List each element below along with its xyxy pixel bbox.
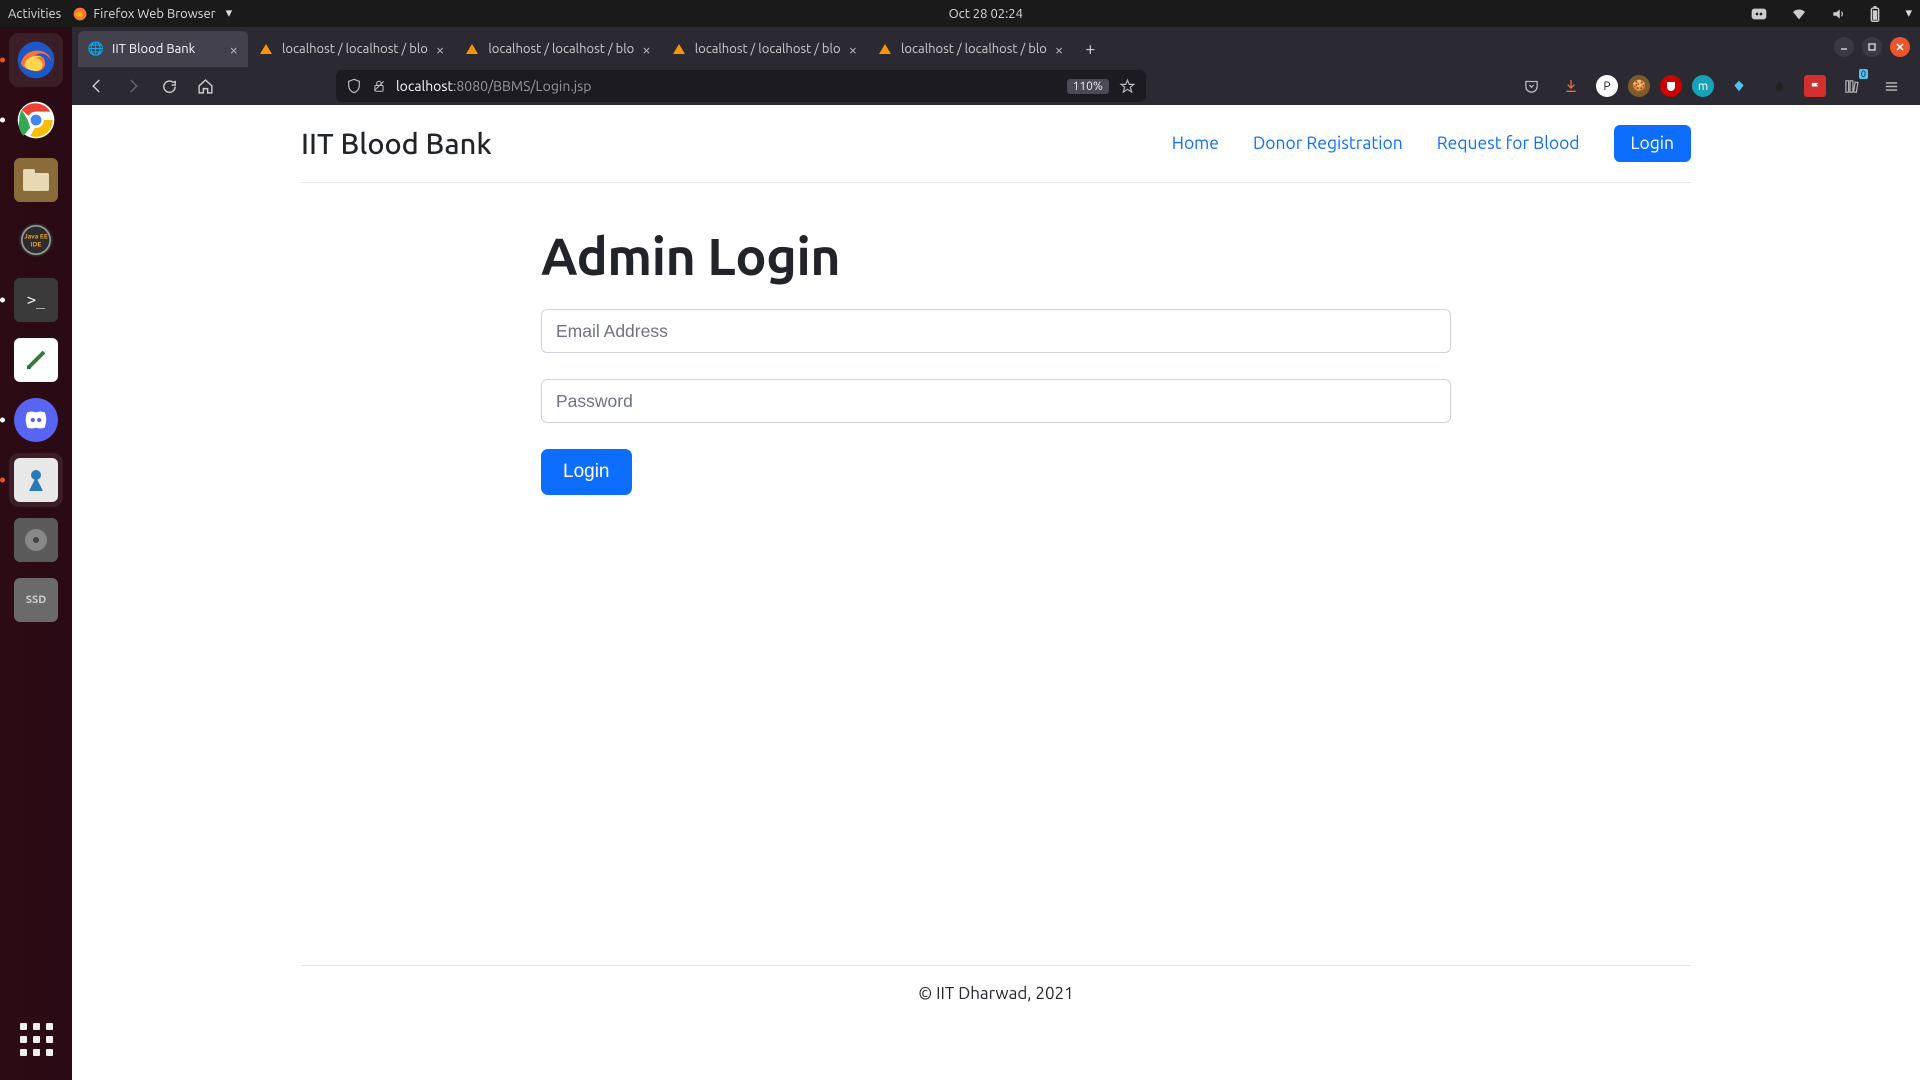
reload-button[interactable]	[154, 71, 184, 101]
close-button[interactable]	[1890, 37, 1910, 57]
browser-tab[interactable]: 🌐 IIT Blood Bank ×	[78, 31, 248, 67]
tab-strip: 🌐 IIT Blood Bank × localhost / localhost…	[72, 27, 1920, 67]
svg-text:Java EE: Java EE	[24, 233, 48, 240]
dock-texteditor[interactable]	[9, 333, 63, 387]
minimize-button[interactable]	[1834, 37, 1854, 57]
shield-icon[interactable]	[346, 78, 362, 94]
tab-close-icon[interactable]: ×	[230, 41, 238, 58]
volume-icon	[1831, 7, 1845, 21]
page-viewport: IIT Blood Bank Home Donor Registration R…	[72, 105, 1920, 1080]
globe-icon: 🌐	[88, 41, 104, 57]
tab-close-icon[interactable]: ×	[1055, 41, 1063, 58]
bookmark-star-icon[interactable]	[1119, 78, 1136, 95]
ext-diamond-icon[interactable]	[1724, 71, 1754, 101]
zoom-indicator[interactable]: 110%	[1067, 79, 1109, 94]
page-title: Admin Login	[541, 227, 1451, 285]
toolbar-extensions: P 🍪 m 0	[1516, 71, 1910, 101]
tab-close-icon[interactable]: ×	[642, 41, 650, 58]
tab-title: IIT Blood Bank	[112, 42, 222, 56]
app-menu-label: Firefox Web Browser	[93, 7, 215, 21]
dock-shotwell[interactable]	[9, 453, 63, 507]
url-bar[interactable]: localhost:8080/BBMS/Login.jsp 110%	[336, 70, 1146, 102]
gnome-top-bar: Activities Firefox Web Browser ▾ Oct 28 …	[0, 0, 1920, 27]
discord-tray-icon	[1751, 8, 1767, 20]
login-button[interactable]: Login	[541, 449, 632, 495]
ext-m-icon[interactable]: m	[1692, 75, 1714, 97]
browser-tab[interactable]: localhost / localhost / blo ×	[454, 31, 660, 67]
pocket-icon[interactable]	[1516, 71, 1546, 101]
window-controls	[1834, 27, 1920, 67]
library-icon[interactable]: 0	[1836, 71, 1866, 101]
ext-cookie-icon[interactable]: 🍪	[1628, 75, 1650, 97]
phpmyadmin-icon	[671, 41, 687, 57]
tab-close-icon[interactable]: ×	[436, 41, 444, 58]
browser-tab[interactable]: localhost / localhost / blo ×	[248, 31, 454, 67]
activities-button[interactable]: Activities	[8, 7, 61, 21]
dock-disk1[interactable]	[9, 513, 63, 567]
dock-discord[interactable]	[9, 393, 63, 447]
app-menu[interactable]: Firefox Web Browser ▾	[73, 6, 232, 21]
phpmyadmin-icon	[464, 41, 480, 57]
browser-tab[interactable]: localhost / localhost / blo ×	[661, 31, 867, 67]
tab-title: localhost / localhost / blo	[488, 42, 634, 56]
system-menu-caret-icon: ▾	[1905, 6, 1912, 21]
home-button[interactable]	[190, 71, 220, 101]
hamburger-menu-icon[interactable]	[1876, 71, 1906, 101]
ubuntu-dock: Java EE IDE >_ SSD	[0, 27, 72, 1080]
dock-terminal[interactable]: >_	[9, 273, 63, 327]
ext-gnome-icon[interactable]	[1764, 71, 1794, 101]
maximize-button[interactable]	[1862, 37, 1882, 57]
site-brand[interactable]: IIT Blood Bank	[301, 128, 492, 160]
url-text: localhost:8080/BBMS/Login.jsp	[396, 78, 591, 94]
phpmyadmin-icon	[877, 41, 893, 57]
nav-home[interactable]: Home	[1172, 134, 1219, 153]
tab-title: localhost / localhost / blo	[282, 42, 428, 56]
browser-tab[interactable]: localhost / localhost / blo ×	[867, 31, 1073, 67]
tab-title: localhost / localhost / blo	[901, 42, 1047, 56]
email-field[interactable]	[541, 309, 1451, 353]
firefox-window: 🌐 IIT Blood Bank × localhost / localhost…	[72, 27, 1920, 105]
login-form: Admin Login Login	[541, 183, 1451, 495]
phpmyadmin-icon	[258, 41, 274, 57]
battery-icon	[1869, 6, 1881, 22]
tab-close-icon[interactable]: ×	[849, 41, 857, 58]
lock-icon[interactable]	[372, 79, 386, 93]
gnome-clock[interactable]: Oct 28 02:24	[232, 7, 1739, 21]
ext-p-icon[interactable]: P	[1596, 75, 1618, 97]
gnome-status-area[interactable]: ▾	[1739, 6, 1912, 22]
firefox-menu-icon	[73, 7, 87, 21]
nav-toolbar: localhost:8080/BBMS/Login.jsp 110% P 🍪 m…	[72, 67, 1920, 105]
back-button[interactable]	[82, 71, 112, 101]
forward-button[interactable]	[118, 71, 148, 101]
password-field[interactable]	[541, 379, 1451, 423]
ext-ublock-icon[interactable]	[1660, 75, 1682, 97]
dock-show-apps[interactable]	[9, 1012, 63, 1066]
site-footer: © IIT Dharwad, 2021	[301, 965, 1691, 1021]
dock-firefox[interactable]	[9, 33, 63, 87]
download-icon[interactable]	[1556, 71, 1586, 101]
site-nav-links: Home Donor Registration Request for Bloo…	[1172, 125, 1691, 162]
ext-flag-icon[interactable]	[1804, 75, 1826, 97]
tab-title: localhost / localhost / blo	[695, 42, 841, 56]
wifi-icon	[1791, 7, 1807, 21]
site-navbar: IIT Blood Bank Home Donor Registration R…	[301, 105, 1691, 183]
svg-text:IDE: IDE	[31, 242, 42, 249]
dock-files[interactable]	[9, 153, 63, 207]
nav-request-blood[interactable]: Request for Blood	[1437, 134, 1580, 153]
dock-chrome[interactable]	[9, 93, 63, 147]
nav-donor-registration[interactable]: Donor Registration	[1253, 134, 1403, 153]
dock-disk2[interactable]: SSD	[9, 573, 63, 627]
nav-login[interactable]: Login	[1614, 125, 1691, 162]
dock-eclipse[interactable]: Java EE IDE	[9, 213, 63, 267]
new-tab-button[interactable]: +	[1073, 31, 1107, 67]
